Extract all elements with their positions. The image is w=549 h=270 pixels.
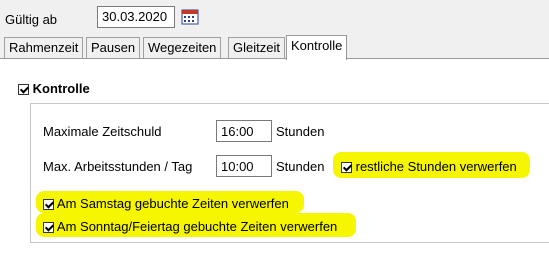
- max-debt-unit: Stunden: [276, 124, 325, 139]
- sunday-holiday-label: Am Sonntag/Feiertag gebuchte Zeiten verw…: [56, 219, 338, 234]
- max-hours-input[interactable]: 10:00: [216, 155, 272, 177]
- valid-from-date-input[interactable]: 30.03.2020: [97, 6, 175, 28]
- discard-remaining-label: restliche Stunden verwerfen: [355, 159, 517, 174]
- tab-pausen[interactable]: Pausen: [86, 37, 141, 58]
- discard-remaining-row[interactable]: restliche Stunden verwerfen: [341, 159, 517, 174]
- max-debt-label: Maximale Zeitschuld: [43, 124, 162, 139]
- kontrolle-title: Kontrolle: [32, 81, 90, 96]
- saturday-label: Am Samstag gebuchte Zeiten verwerfen: [56, 196, 289, 211]
- tab-gleitzeit[interactable]: Gleitzeit: [228, 37, 285, 58]
- sunday-row[interactable]: Am Sonntag/Feiertag gebuchte Zeiten verw…: [43, 219, 337, 234]
- valid-from-label: Gültig ab: [5, 12, 58, 27]
- kontrolle-checkbox-row[interactable]: Kontrolle: [18, 81, 90, 96]
- kontrolle-checkbox[interactable]: [18, 84, 29, 95]
- max-hours-unit: Stunden: [276, 159, 325, 174]
- saturday-checkbox[interactable]: [43, 199, 54, 210]
- sunday-holiday-checkbox[interactable]: [43, 222, 54, 233]
- calendar-icon: [181, 9, 199, 25]
- saturday-row[interactable]: Am Samstag gebuchte Zeiten verwerfen: [43, 196, 289, 211]
- max-hours-label: Max. Arbeitsstunden / Tag: [43, 159, 193, 174]
- calendar-button[interactable]: [181, 9, 199, 25]
- tab-kontrolle[interactable]: Kontrolle: [286, 35, 348, 60]
- tab-rahmenzeit[interactable]: Rahmenzeit: [4, 37, 84, 58]
- discard-remaining-checkbox[interactable]: [341, 162, 352, 173]
- tab-wegezeiten[interactable]: Wegezeiten: [143, 37, 222, 58]
- max-debt-input[interactable]: 16:00: [216, 120, 272, 142]
